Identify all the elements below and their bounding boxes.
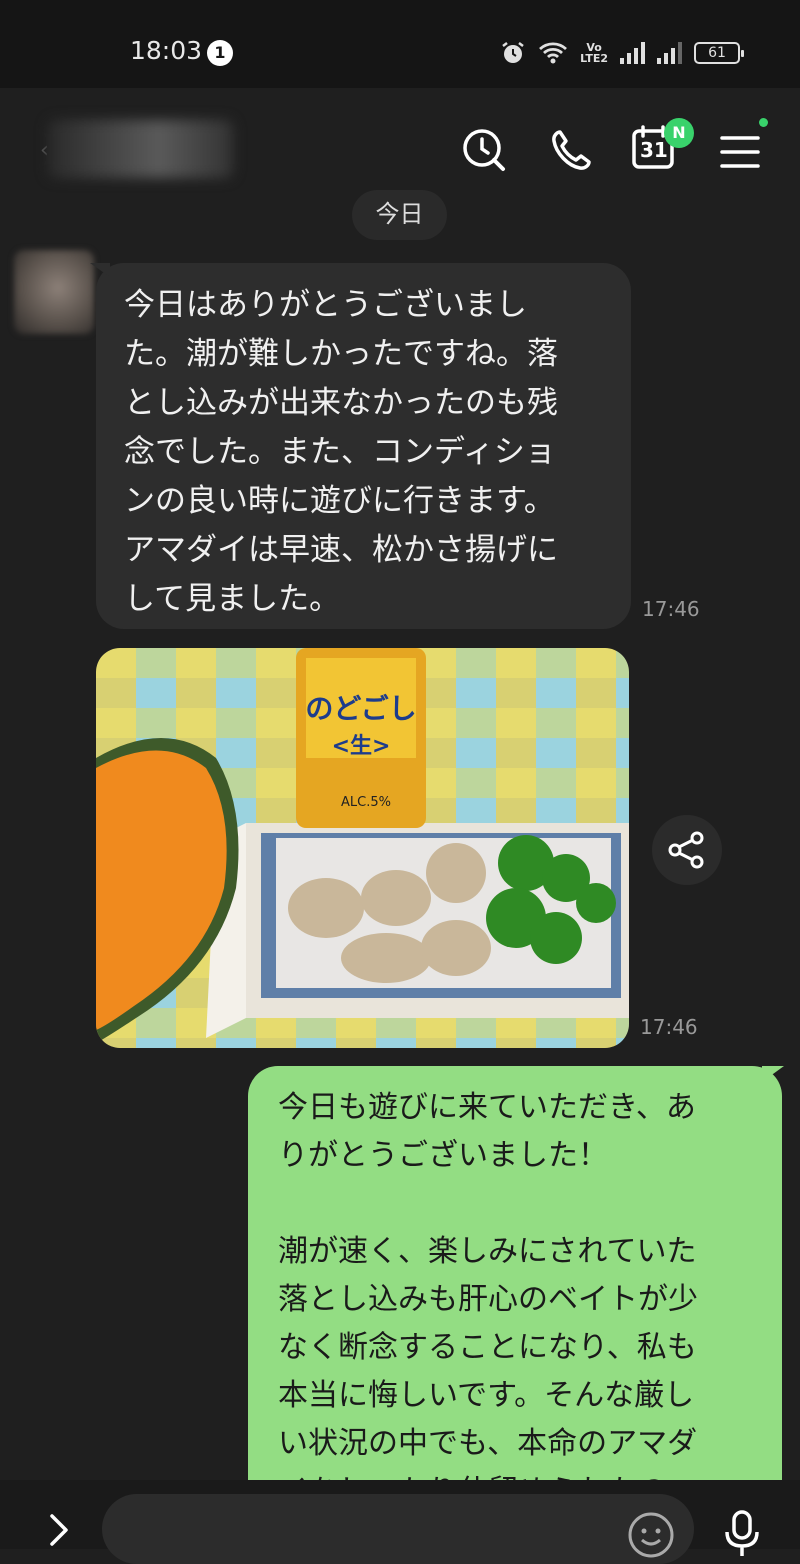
share-button[interactable] bbox=[652, 815, 722, 885]
signal-icon-2 bbox=[657, 42, 682, 64]
alarm-icon bbox=[502, 42, 524, 63]
outgoing-message-text: 今日も遊びに来ていただき、あ りがとうございました！ 潮が速く、楽しみにされてい… bbox=[278, 1090, 698, 1509]
contact-name[interactable]: ■■■■ bbox=[48, 120, 233, 178]
microphone-icon[interactable] bbox=[720, 1508, 764, 1558]
calendar-button[interactable]: 31 N bbox=[630, 118, 694, 172]
photo-time: 17:46 bbox=[640, 1015, 698, 1039]
expand-chevron-icon[interactable] bbox=[40, 1510, 80, 1550]
incoming-message-time: 17:46 bbox=[642, 597, 700, 621]
status-bar: 18:03 1 Vo LTE2 61 bbox=[0, 0, 800, 88]
wifi-icon bbox=[539, 42, 568, 64]
status-time: 18:03 bbox=[130, 36, 203, 65]
share-icon bbox=[668, 831, 704, 869]
message-composer bbox=[0, 1480, 800, 1564]
notification-count-badge: 1 bbox=[207, 40, 233, 66]
battery-icon: 61 bbox=[694, 42, 744, 64]
signal-icon-1 bbox=[620, 42, 645, 64]
can-alc-label: ALC.5% bbox=[341, 795, 391, 810]
food-photo-image: のどごし <生> ALC.5% bbox=[96, 648, 629, 1048]
incoming-message-text: 今日はありがとうございまし た。潮が難しかったですね。落 とし込みが出来なかった… bbox=[124, 287, 558, 617]
calendar-day: 31 bbox=[640, 138, 668, 162]
new-badge: N bbox=[664, 118, 694, 148]
can-label: のどごし bbox=[305, 692, 416, 725]
volte-icon: Vo LTE2 bbox=[580, 41, 608, 65]
message-input[interactable] bbox=[102, 1494, 694, 1564]
contact-avatar[interactable] bbox=[14, 250, 94, 334]
phone-icon[interactable] bbox=[548, 126, 596, 174]
menu-icon[interactable] bbox=[716, 128, 764, 176]
emoji-icon[interactable] bbox=[626, 1510, 676, 1560]
incoming-photo[interactable]: のどごし <生> ALC.5% bbox=[96, 648, 629, 1048]
date-separator: 今日 bbox=[352, 190, 447, 240]
incoming-message-bubble[interactable]: 今日はありがとうございまし た。潮が難しかったですね。落 とし込みが出来なかった… bbox=[90, 263, 631, 629]
search-icon[interactable] bbox=[460, 126, 508, 174]
can-sublabel: <生> bbox=[332, 734, 391, 759]
outgoing-message-bubble[interactable]: 今日も遊びに来ていただき、あ りがとうございました！ 潮が速く、楽しみにされてい… bbox=[248, 1066, 784, 1509]
status-icons: Vo LTE2 61 bbox=[500, 40, 744, 66]
menu-notification-dot bbox=[759, 118, 768, 127]
